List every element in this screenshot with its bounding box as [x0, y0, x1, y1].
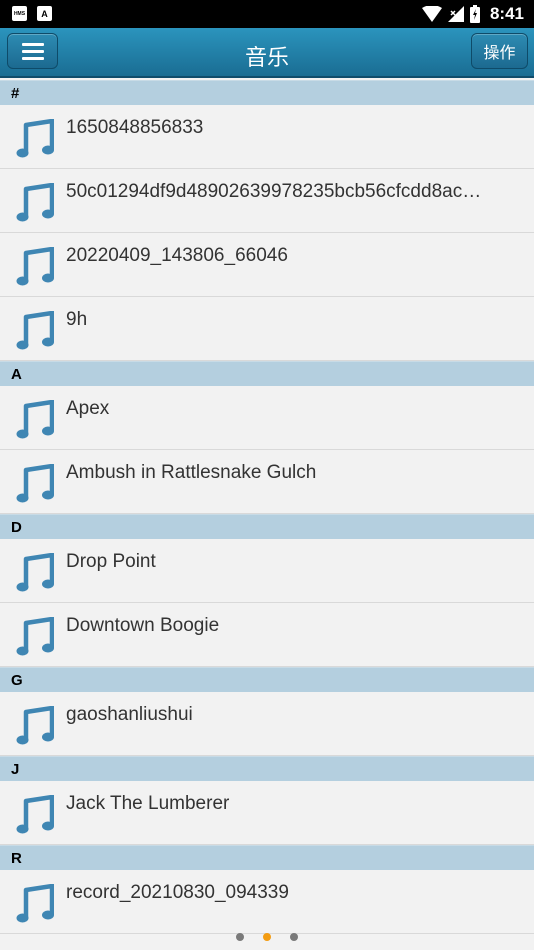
- song-title: Jack The Lumberer: [66, 793, 230, 814]
- section-header: D: [0, 514, 534, 539]
- music-note-icon: [16, 247, 54, 286]
- status-bar: HMS A 8:41: [0, 0, 534, 28]
- music-note-icon: [16, 400, 54, 439]
- hms-notification-icon: HMS: [12, 6, 27, 21]
- song-title: Downtown Boogie: [66, 615, 220, 636]
- music-note-icon: [16, 706, 54, 745]
- song-title: Apex: [66, 398, 110, 419]
- wifi-icon: [421, 6, 442, 22]
- song-title: 50c01294df9d48902639978235bcb56cfcdd8ac…: [66, 181, 482, 202]
- page-dot[interactable]: [236, 933, 244, 941]
- song-title: record_20210830_094339: [66, 882, 289, 903]
- list-item[interactable]: 20220409_143806_66046: [0, 233, 534, 297]
- music-note-icon: [16, 311, 54, 350]
- music-note-icon: [16, 617, 54, 656]
- song-title: 20220409_143806_66046: [66, 245, 288, 266]
- song-title: Ambush in Rattlesnake Gulch: [66, 462, 317, 483]
- app-notification-icon: A: [37, 6, 52, 21]
- section-header: G: [0, 667, 534, 692]
- battery-icon: [469, 5, 480, 23]
- music-note-icon: [16, 183, 54, 222]
- section-header: R: [0, 845, 534, 870]
- music-note-icon: [16, 553, 54, 592]
- page-dot-active[interactable]: [263, 933, 271, 941]
- section-header: A: [0, 361, 534, 386]
- list-item[interactable]: gaoshanliushui: [0, 692, 534, 756]
- page-dot[interactable]: [290, 933, 298, 941]
- cellular-signal-icon: [447, 6, 464, 22]
- song-title: Drop Point: [66, 551, 156, 572]
- list-item[interactable]: Jack The Lumberer: [0, 781, 534, 845]
- list-item[interactable]: Drop Point: [0, 539, 534, 603]
- list-item[interactable]: Apex: [0, 386, 534, 450]
- song-title: 1650848856833: [66, 117, 204, 138]
- music-list: # 1650848856833 50c01294df9d489026399782…: [0, 80, 534, 934]
- list-item[interactable]: Ambush in Rattlesnake Gulch: [0, 450, 534, 514]
- status-time: 8:41: [489, 4, 524, 23]
- list-item[interactable]: record_20210830_094339: [0, 870, 534, 934]
- section-header: J: [0, 756, 534, 781]
- page-indicator: [0, 933, 534, 947]
- song-title: 9h: [66, 309, 88, 330]
- action-button[interactable]: 操作: [471, 33, 528, 69]
- music-note-icon: [16, 464, 54, 503]
- list-item[interactable]: 50c01294df9d48902639978235bcb56cfcdd8ac…: [0, 169, 534, 233]
- music-note-icon: [16, 119, 54, 158]
- music-note-icon: [16, 795, 54, 834]
- list-item[interactable]: Downtown Boogie: [0, 603, 534, 667]
- song-title: gaoshanliushui: [66, 704, 193, 725]
- page-title: 音乐: [244, 45, 289, 70]
- music-note-icon: [16, 884, 54, 923]
- app-bar: 音乐 操作: [0, 28, 534, 78]
- list-item[interactable]: 1650848856833: [0, 105, 534, 169]
- section-header: #: [0, 80, 534, 105]
- list-item[interactable]: 9h: [0, 297, 534, 361]
